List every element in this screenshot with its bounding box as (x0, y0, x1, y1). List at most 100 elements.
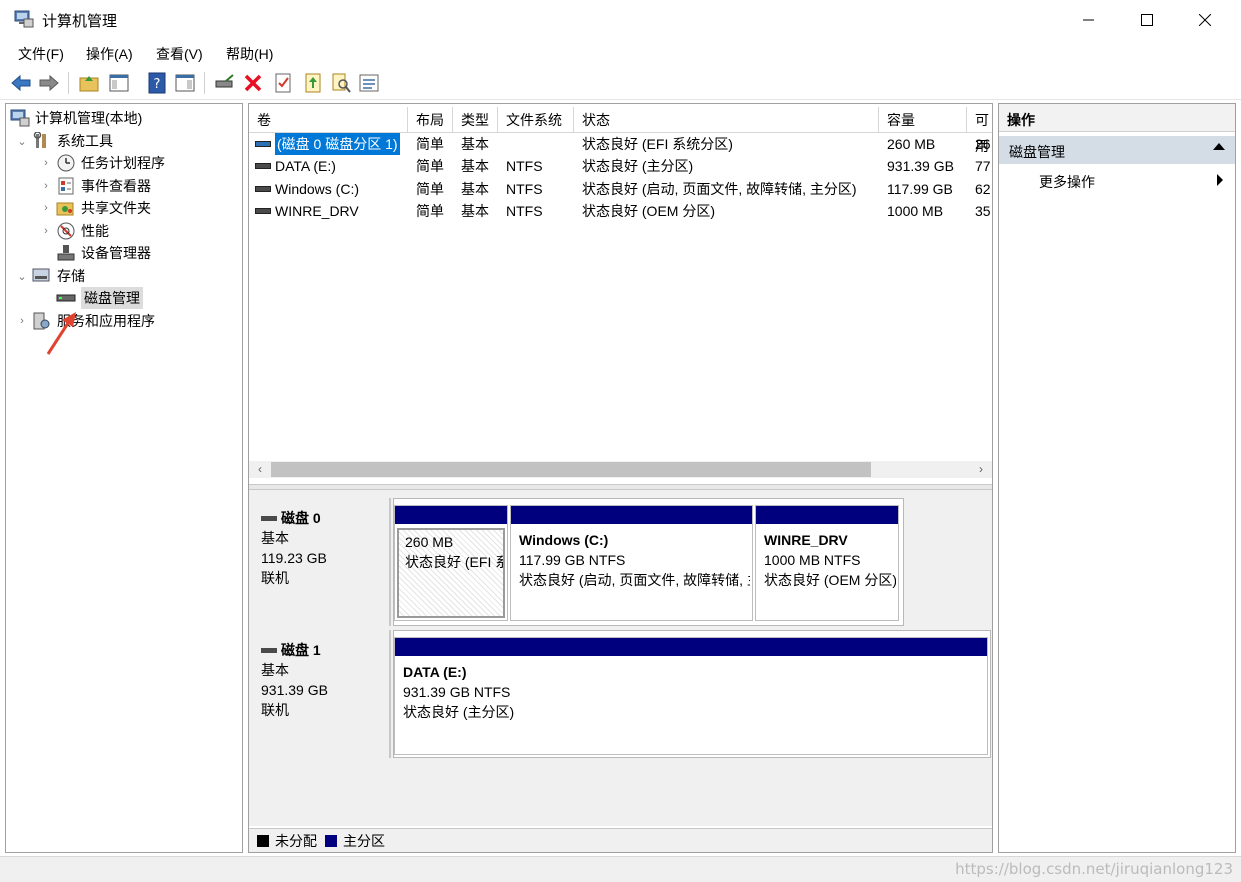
volume-icon (255, 163, 271, 169)
tree-item-services-apps[interactable]: › 服务和应用程序 (16, 310, 155, 332)
partition-status: 状态良好 (EFI 系统分区) (405, 554, 503, 570)
tree-item-shared-folders[interactable]: › 共享文件夹 (40, 197, 151, 219)
chevron-right-icon[interactable]: › (40, 180, 52, 192)
table-row[interactable]: WINRE_DRV 简单 基本 NTFS 状态良好 (OEM 分区) 1000 … (249, 200, 992, 222)
menu-view[interactable]: 查看(V) (156, 44, 203, 64)
disk-size: 931.39 GB (261, 682, 328, 698)
more-actions-item[interactable]: 更多操作 (1039, 172, 1095, 192)
volume-filesystem: NTFS (506, 181, 543, 197)
volume-type: 基本 (461, 136, 489, 152)
chevron-right-icon[interactable]: › (16, 315, 28, 327)
chevron-right-icon[interactable]: › (40, 202, 52, 214)
close-icon (1199, 14, 1211, 26)
disk-1-info[interactable]: 磁盘 1 基本 931.39 GB 联机 (251, 630, 391, 758)
search-icon[interactable] (330, 72, 352, 94)
tools-icon (33, 132, 46, 148)
tree-label: 存储 (57, 268, 85, 284)
tree-item-event-viewer[interactable]: › 事件查看器 (40, 175, 151, 197)
delete-icon[interactable] (242, 72, 264, 94)
column-filesystem[interactable]: 文件系统 (498, 107, 574, 133)
partition-windows-c[interactable]: Windows (C:) 117.99 GB NTFS 状态良好 (启动, 页面… (510, 505, 753, 621)
tree-item-system-tools[interactable]: ⌄ 系统工具 (16, 130, 113, 152)
scroll-left-button[interactable]: ‹ (251, 461, 269, 478)
chevron-down-icon[interactable]: ⌄ (16, 270, 28, 283)
column-volume[interactable]: 卷 (249, 107, 408, 133)
forward-icon[interactable] (38, 72, 60, 94)
chevron-right-icon[interactable]: › (40, 225, 52, 237)
chevron-right-icon[interactable]: › (40, 157, 52, 169)
minimize-button[interactable] (1060, 0, 1118, 40)
back-icon[interactable] (10, 72, 32, 94)
submenu-arrow-icon[interactable] (1217, 174, 1223, 186)
chevron-down-icon[interactable]: ⌄ (16, 135, 28, 148)
horizontal-scrollbar[interactable]: ‹ › (249, 461, 992, 478)
tree-label: 计算机管理(本地) (35, 110, 143, 126)
column-layout[interactable]: 布局 (408, 107, 453, 133)
column-capacity[interactable]: 容量 (879, 107, 967, 133)
volume-capacity: 1000 MB (887, 203, 944, 219)
show-hide-tree-icon[interactable] (108, 72, 130, 94)
show-hide-action-pane-icon[interactable] (174, 72, 196, 94)
legend-unallocated: 未分配 (275, 832, 317, 849)
tree-item-device-manager[interactable]: 设备管理器 (56, 242, 151, 264)
disk-drive-icon (56, 294, 76, 302)
column-type[interactable]: 类型 (453, 107, 498, 133)
partition-winre[interactable]: WINRE_DRV 1000 MB NTFS 状态良好 (OEM 分区) (755, 505, 899, 621)
volume-icon (255, 141, 271, 147)
collapse-up-icon[interactable] (1213, 143, 1225, 150)
disk-state: 联机 (261, 570, 289, 586)
up-folder-icon[interactable] (78, 72, 100, 94)
volume-name: DATA (E:) (275, 158, 336, 174)
column-status[interactable]: 状态 (574, 107, 879, 133)
maximize-button[interactable] (1118, 0, 1176, 40)
table-row[interactable]: DATA (E:) 简单 基本 NTFS 状态良好 (主分区) 931.39 G… (249, 155, 992, 177)
tree-label: 系统工具 (57, 133, 113, 149)
storage-icon (32, 268, 50, 282)
column-free[interactable]: 可用 (967, 107, 992, 154)
toolbar-separator (68, 72, 69, 94)
volume-capacity: 260 MB (887, 136, 936, 152)
partition-status: 状态良好 (启动, 页面文件, 故障转储, 主分区) (519, 572, 750, 588)
tree-item-root[interactable]: 计算机管理(本地) (10, 107, 142, 129)
unallocated-swatch (257, 834, 269, 847)
volume-list-header: 卷 布局 类型 文件系统 状态 容量 可用 (249, 107, 992, 154)
open-icon[interactable] (302, 72, 324, 94)
svg-text:?: ? (154, 77, 161, 92)
shared-folder-icon (56, 202, 74, 216)
actions-section-disk-management[interactable]: 磁盘管理 (999, 136, 1235, 164)
help-icon[interactable]: ? (146, 72, 168, 94)
disk-management-pane: 卷 布局 类型 文件系统 状态 容量 可用 (磁盘 0 磁盘分区 1) 简单 基… (248, 103, 993, 853)
properties-icon[interactable] (272, 72, 294, 94)
primary-partition-band (756, 506, 898, 524)
disk-name: 磁盘 0 (281, 510, 321, 526)
scrollbar-thumb[interactable] (271, 462, 871, 477)
volume-filesystem: NTFS (506, 158, 543, 174)
console-tree: 计算机管理(本地) ⌄ 系统工具 › 任务计划程序 › 事件查看器 › 共享文件… (5, 103, 243, 853)
watermark-text: https://blog.csdn.net/jiruqianlong123 (955, 860, 1233, 878)
tree-item-task-scheduler[interactable]: › 任务计划程序 (40, 152, 165, 174)
connect-drive-icon[interactable] (214, 72, 236, 94)
partition-size: 260 MB (405, 534, 454, 550)
menu-action[interactable]: 操作(A) (86, 44, 133, 64)
scroll-right-button[interactable]: › (972, 461, 990, 478)
tree-label: 设备管理器 (81, 245, 151, 261)
disk-type: 基本 (261, 662, 289, 678)
table-row[interactable]: Windows (C:) 简单 基本 NTFS 状态良好 (启动, 页面文件, … (249, 178, 992, 200)
table-row[interactable]: (磁盘 0 磁盘分区 1) 简单 基本 状态良好 (EFI 系统分区) 260 … (249, 133, 992, 155)
partition-size: 931.39 GB NTFS (403, 684, 511, 700)
disk-icon (261, 647, 277, 653)
partition-data-e[interactable]: DATA (E:) 931.39 GB NTFS 状态良好 (主分区) (394, 637, 988, 755)
partition-status: 状态良好 (主分区) (403, 704, 515, 720)
partition-efi[interactable]: 260 MB 状态良好 (EFI 系统分区) (394, 505, 508, 621)
volume-filesystem: NTFS (506, 203, 543, 219)
close-button[interactable] (1176, 0, 1234, 40)
title-bar: 计算机管理 (0, 0, 1241, 40)
tree-item-storage[interactable]: ⌄ 存储 (16, 265, 85, 287)
volume-status: 状态良好 (OEM 分区) (582, 203, 715, 219)
menu-help[interactable]: 帮助(H) (226, 44, 273, 64)
tree-item-disk-management[interactable]: 磁盘管理 (56, 287, 143, 309)
list-view-icon[interactable] (358, 72, 380, 94)
tree-item-performance[interactable]: › 性能 (40, 220, 109, 242)
disk-0-info[interactable]: 磁盘 0 基本 119.23 GB 联机 (251, 498, 391, 626)
menu-file[interactable]: 文件(F) (18, 44, 64, 64)
